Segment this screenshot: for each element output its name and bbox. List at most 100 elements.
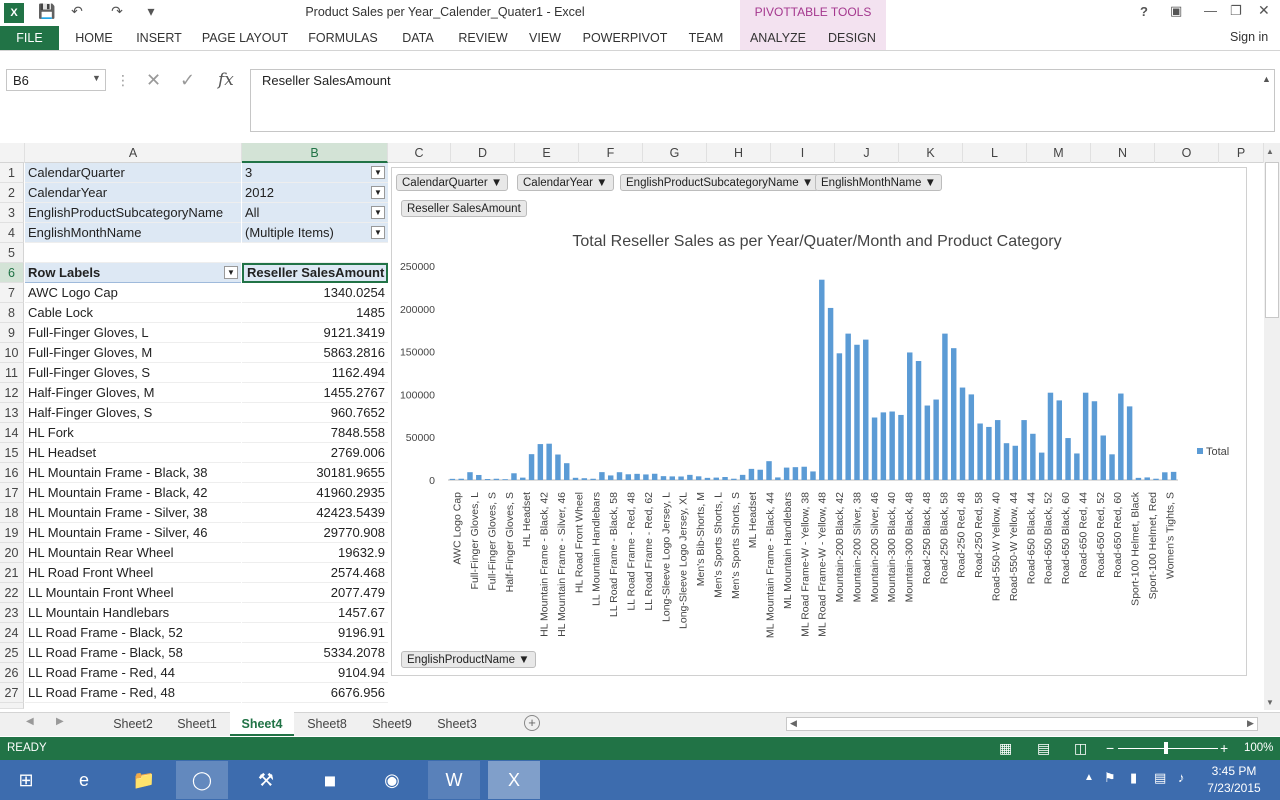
filter-funnel-icon[interactable]: ▼ bbox=[371, 186, 385, 199]
tab-page-layout[interactable]: PAGE LAYOUT bbox=[198, 26, 292, 50]
windows-start-icon[interactable]: ⊞ bbox=[0, 761, 52, 799]
sheet-tab[interactable]: Sheet3 bbox=[426, 712, 488, 736]
column-header-p[interactable]: P bbox=[1219, 143, 1264, 163]
filter-funnel-icon[interactable]: ▼ bbox=[371, 166, 385, 179]
sales-amount-cell[interactable]: 6676.956 bbox=[242, 683, 388, 703]
product-name-cell[interactable]: Full-Finger Gloves, M bbox=[25, 343, 241, 363]
sales-amount-cell[interactable]: 30181.9655 bbox=[242, 463, 388, 483]
row-number[interactable]: 14 bbox=[0, 423, 24, 443]
sales-amount-cell[interactable]: 29770.908 bbox=[242, 523, 388, 543]
sales-amount-cell[interactable]: 1457.67 bbox=[242, 603, 388, 623]
tab-insert[interactable]: INSERT bbox=[132, 26, 186, 50]
row-number[interactable]: 3 bbox=[0, 203, 24, 223]
filter-value[interactable]: All ▼ bbox=[242, 203, 388, 223]
row-number[interactable]: 17 bbox=[0, 483, 24, 503]
column-header-d[interactable]: D bbox=[451, 143, 515, 163]
column-header-h[interactable]: H bbox=[707, 143, 771, 163]
sales-amount-cell[interactable]: 9121.3419 bbox=[242, 323, 388, 343]
tools-app-icon[interactable]: ⚒ bbox=[240, 761, 292, 799]
enter-check-icon[interactable]: ✓ bbox=[180, 70, 195, 91]
clock-date[interactable]: 7/23/2015 bbox=[1206, 781, 1262, 795]
sheet-tab[interactable]: Sheet8 bbox=[296, 712, 358, 736]
name-box[interactable]: B6 bbox=[6, 69, 106, 91]
chart-axis-field-button[interactable]: EnglishProductName ▼ bbox=[401, 651, 536, 668]
row-number[interactable]: 1 bbox=[0, 163, 24, 183]
sql-server-icon[interactable]: ◾ bbox=[304, 761, 356, 799]
chart-filter-button[interactable]: CalendarQuarter ▼ bbox=[396, 174, 509, 191]
cancel-entry-icon[interactable]: ✕ bbox=[146, 70, 161, 91]
row-labels-dropdown-icon[interactable]: ▼ bbox=[224, 266, 238, 279]
product-name-cell[interactable]: LL Road Frame - Red, 48 bbox=[25, 683, 241, 703]
chart-values-button[interactable]: Reseller SalesAmount bbox=[401, 200, 527, 217]
collapse-formula-bar-icon[interactable]: ▲ bbox=[1262, 74, 1271, 84]
column-header-j[interactable]: J bbox=[835, 143, 899, 163]
ribbon-display-icon[interactable]: ▣ bbox=[1170, 3, 1182, 19]
sales-amount-cell[interactable]: 9104.94 bbox=[242, 663, 388, 683]
tab-design[interactable]: DESIGN bbox=[822, 26, 882, 50]
row-number[interactable]: 5 bbox=[0, 243, 24, 263]
product-name-cell[interactable]: HL Fork bbox=[25, 423, 241, 443]
row-number[interactable]: 6 bbox=[0, 263, 24, 283]
row-number[interactable]: 26 bbox=[0, 663, 24, 683]
filter-dropdown-icon[interactable]: ▼ bbox=[371, 206, 385, 219]
column-header-l[interactable]: L bbox=[963, 143, 1027, 163]
tab-powerpivot[interactable]: POWERPIVOT bbox=[580, 26, 670, 50]
sales-amount-cell[interactable]: 1340.0254 bbox=[242, 283, 388, 303]
horizontal-scrollbar[interactable] bbox=[786, 717, 1258, 731]
tray-expand-icon[interactable]: ▲ bbox=[1084, 772, 1094, 783]
sign-in-link[interactable]: Sign in bbox=[1230, 30, 1268, 44]
product-name-cell[interactable]: HL Mountain Frame - Black, 38 bbox=[25, 463, 241, 483]
formula-input[interactable]: Reseller SalesAmount bbox=[250, 69, 1275, 132]
column-header-f[interactable]: F bbox=[579, 143, 643, 163]
sales-amount-cell[interactable]: 7848.558 bbox=[242, 423, 388, 443]
product-name-cell[interactable]: LL Mountain Handlebars bbox=[25, 603, 241, 623]
row-number[interactable]: 23 bbox=[0, 603, 24, 623]
chart-filter-button[interactable]: CalendarYear ▼ bbox=[517, 174, 614, 191]
tab-home[interactable]: HOME bbox=[68, 26, 120, 50]
page-layout-view-icon[interactable]: ▤ bbox=[1037, 740, 1050, 757]
new-sheet-icon[interactable]: + bbox=[524, 715, 540, 731]
filter-value[interactable]: (Multiple Items) ▼ bbox=[242, 223, 388, 243]
action-center-icon[interactable]: ⚑ bbox=[1104, 770, 1116, 786]
product-name-cell[interactable]: HL Mountain Rear Wheel bbox=[25, 543, 241, 563]
sheet-tab-active[interactable]: Sheet4 bbox=[230, 712, 294, 736]
hscroll-right-icon[interactable]: ▶ bbox=[1247, 718, 1254, 729]
product-name-cell[interactable]: Half-Finger Gloves, S bbox=[25, 403, 241, 423]
word-icon[interactable]: W bbox=[428, 761, 480, 799]
page-break-view-icon[interactable]: ◫ bbox=[1074, 740, 1087, 757]
sales-amount-cell[interactable]: 5334.2078 bbox=[242, 643, 388, 663]
network-icon[interactable]: ▤ bbox=[1154, 770, 1166, 786]
clock-time[interactable]: 3:45 PM bbox=[1208, 764, 1260, 778]
product-name-cell[interactable]: Cable Lock bbox=[25, 303, 241, 323]
sheet-tab[interactable]: Sheet2 bbox=[102, 712, 164, 736]
sales-amount-cell[interactable]: 1455.2767 bbox=[242, 383, 388, 403]
excel-taskbar-icon[interactable]: X bbox=[488, 761, 540, 799]
sales-amount-cell[interactable]: 2769.006 bbox=[242, 443, 388, 463]
row-number[interactable]: 18 bbox=[0, 503, 24, 523]
sales-amount-cell[interactable]: 19632.9 bbox=[242, 543, 388, 563]
scroll-down-icon[interactable]: ▼ bbox=[1266, 698, 1274, 707]
zoom-level[interactable]: 100% bbox=[1244, 742, 1273, 754]
row-number[interactable]: 13 bbox=[0, 403, 24, 423]
sales-amount-cell[interactable]: 1485 bbox=[242, 303, 388, 323]
row-number[interactable]: 12 bbox=[0, 383, 24, 403]
row-labels-header[interactable]: Row Labels ▼ bbox=[25, 263, 241, 283]
product-name-cell[interactable]: HL Mountain Frame - Silver, 46 bbox=[25, 523, 241, 543]
row-number[interactable] bbox=[0, 703, 24, 709]
scroll-thumb[interactable] bbox=[1265, 162, 1279, 318]
value-header-selected-cell[interactable]: Reseller SalesAmount bbox=[242, 263, 388, 283]
product-name-cell[interactable]: AWC Logo Cap bbox=[25, 283, 241, 303]
zoom-slider-thumb[interactable] bbox=[1164, 742, 1168, 754]
product-name-cell[interactable]: Full-Finger Gloves, L bbox=[25, 323, 241, 343]
zoom-out-icon[interactable]: − bbox=[1106, 740, 1114, 756]
row-number[interactable]: 8 bbox=[0, 303, 24, 323]
tab-review[interactable]: REVIEW bbox=[454, 26, 512, 50]
help-icon[interactable]: ? bbox=[1140, 4, 1148, 19]
sales-amount-cell[interactable]: 1162.494 bbox=[242, 363, 388, 383]
select-all-corner[interactable] bbox=[0, 143, 25, 163]
column-header-n[interactable]: N bbox=[1091, 143, 1155, 163]
tab-data[interactable]: DATA bbox=[394, 26, 442, 50]
sales-amount-cell[interactable]: 960.7652 bbox=[242, 403, 388, 423]
column-header-o[interactable]: O bbox=[1155, 143, 1219, 163]
row-number[interactable]: 7 bbox=[0, 283, 24, 303]
